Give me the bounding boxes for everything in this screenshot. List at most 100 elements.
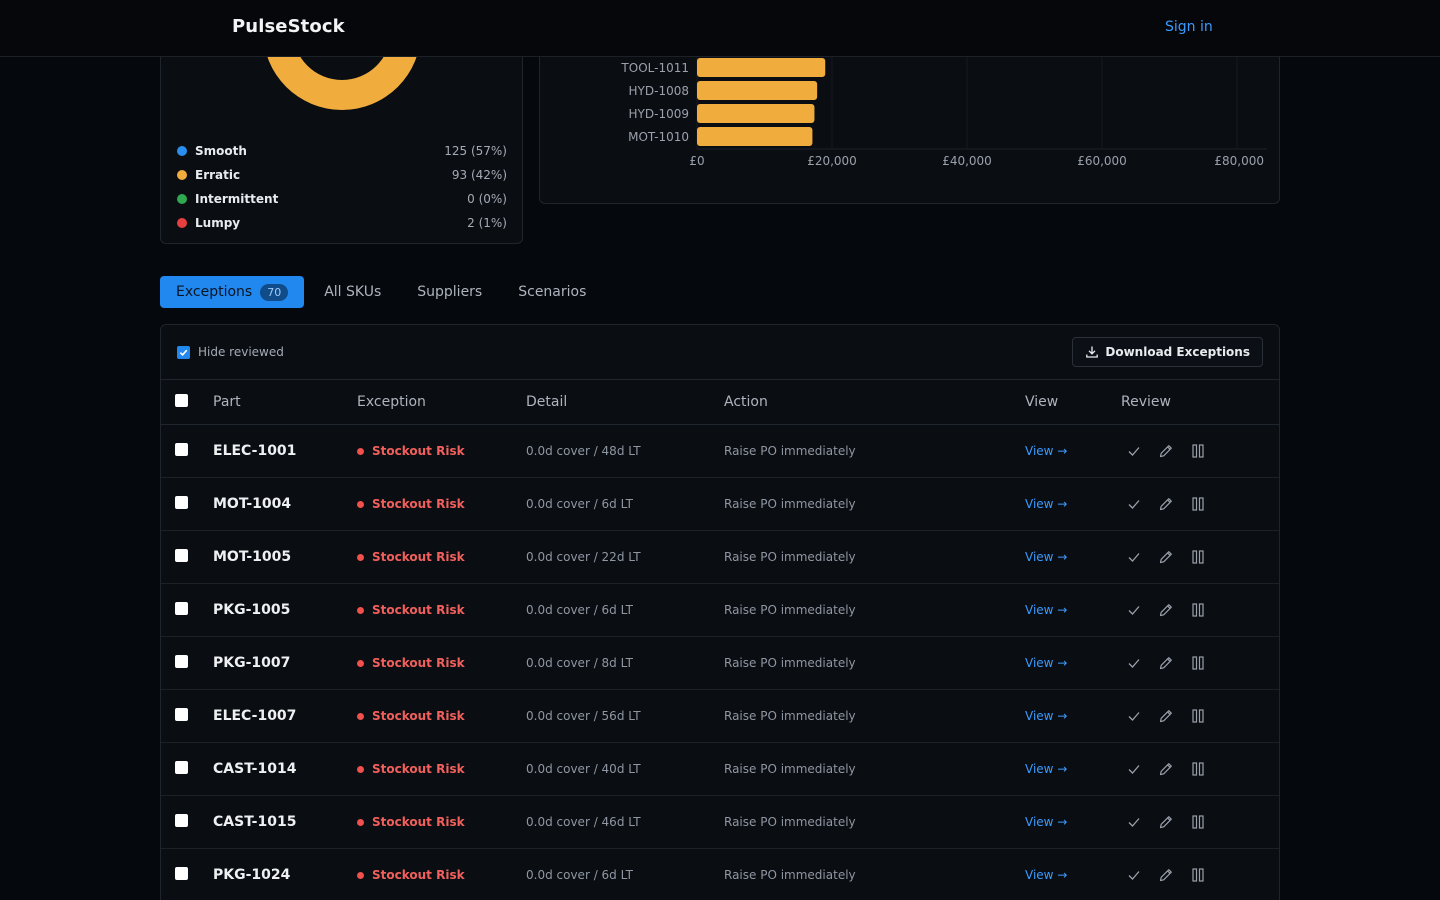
brand-logo[interactable]: PulseStock xyxy=(232,16,345,37)
part-id: PKG-1007 xyxy=(213,655,291,671)
part-id: ELEC-1001 xyxy=(213,443,297,459)
view-link[interactable]: View → xyxy=(1025,444,1067,458)
column-header-part[interactable]: Part xyxy=(213,394,357,410)
approve-check-icon[interactable] xyxy=(1123,599,1145,621)
row-checkbox[interactable] xyxy=(175,602,188,615)
edit-pencil-icon[interactable] xyxy=(1155,652,1177,674)
table-row[interactable]: MOT-1005 Stockout Risk 0.0d cover / 22d LT… xyxy=(161,531,1279,584)
select-all-checkbox[interactable] xyxy=(175,393,188,407)
legend-item-erratic[interactable]: Erratic 93 (42%) xyxy=(177,163,507,187)
approve-check-icon[interactable] xyxy=(1123,440,1145,462)
pause-columns-icon[interactable] xyxy=(1187,546,1209,568)
view-link[interactable]: View → xyxy=(1025,497,1067,511)
download-exceptions-button[interactable]: Download Exceptions xyxy=(1072,337,1263,367)
edit-pencil-icon[interactable] xyxy=(1155,440,1177,462)
edit-pencil-icon[interactable] xyxy=(1155,811,1177,833)
tab-all-skus[interactable]: All SKUs xyxy=(308,276,397,308)
pause-columns-icon[interactable] xyxy=(1187,811,1209,833)
edit-pencil-icon[interactable] xyxy=(1155,705,1177,727)
row-checkbox[interactable] xyxy=(175,443,188,456)
legend-value: 2 (1%) xyxy=(467,216,507,230)
pause-columns-icon[interactable] xyxy=(1187,652,1209,674)
column-header-action[interactable]: Action xyxy=(724,394,1025,410)
pause-columns-icon[interactable] xyxy=(1187,493,1209,515)
donut-legend: Smooth 125 (57%) Erratic 93 (42%) Intermitte… xyxy=(177,139,507,235)
edit-pencil-icon[interactable] xyxy=(1155,493,1177,515)
part-id: PKG-1005 xyxy=(213,602,291,618)
edit-pencil-icon[interactable] xyxy=(1155,864,1177,886)
pause-columns-icon[interactable] xyxy=(1187,758,1209,780)
exception-label: Stockout Risk xyxy=(372,444,465,458)
exception-status-dot xyxy=(357,500,364,508)
row-checkbox[interactable] xyxy=(175,496,188,509)
view-link[interactable]: View → xyxy=(1025,550,1067,564)
table-row[interactable]: CAST-1015 Stockout Risk 0.0d cover / 46d L… xyxy=(161,796,1279,849)
table-row[interactable]: PKG-1005 Stockout Risk 0.0d cover / 6d LT R… xyxy=(161,584,1279,637)
row-checkbox[interactable] xyxy=(175,761,188,774)
edit-pencil-icon[interactable] xyxy=(1155,546,1177,568)
view-link[interactable]: View → xyxy=(1025,656,1067,670)
approve-check-icon[interactable] xyxy=(1123,546,1145,568)
approve-check-icon[interactable] xyxy=(1123,758,1145,780)
main-tabs: Exceptions 70 All SKUs Suppliers Scenarios xyxy=(160,276,606,308)
pause-columns-icon[interactable] xyxy=(1187,705,1209,727)
edit-pencil-icon[interactable] xyxy=(1155,599,1177,621)
bar-hyd-1009[interactable] xyxy=(697,104,815,123)
bar-mot-1010[interactable] xyxy=(697,127,813,146)
row-checkbox[interactable] xyxy=(175,549,188,562)
exception-status-dot xyxy=(357,871,364,879)
exception-status-dot xyxy=(357,712,364,720)
exception-detail: 0.0d cover / 46d LT xyxy=(526,815,641,829)
table-body: ELEC-1001 Stockout Risk 0.0d cover / 48d L… xyxy=(161,425,1279,900)
edit-pencil-icon[interactable] xyxy=(1155,758,1177,780)
view-link[interactable]: View → xyxy=(1025,603,1067,617)
column-header-exception[interactable]: Exception xyxy=(357,394,526,410)
row-checkbox[interactable] xyxy=(175,708,188,721)
hide-reviewed-checkbox[interactable] xyxy=(177,345,190,359)
table-row[interactable]: PKG-1024 Stockout Risk 0.0d cover / 6d LT R… xyxy=(161,849,1279,900)
table-row[interactable]: ELEC-1001 Stockout Risk 0.0d cover / 48d L… xyxy=(161,425,1279,478)
exception-label: Stockout Risk xyxy=(372,656,465,670)
exception-detail: 0.0d cover / 6d LT xyxy=(526,868,633,882)
column-header-detail[interactable]: Detail xyxy=(526,394,724,410)
hide-reviewed-toggle[interactable]: Hide reviewed xyxy=(177,345,284,359)
view-link[interactable]: View → xyxy=(1025,868,1067,882)
bar-tool-1011[interactable] xyxy=(697,58,826,77)
legend-item-lumpy[interactable]: Lumpy 2 (1%) xyxy=(177,211,507,235)
bar-hyd-1008[interactable] xyxy=(697,81,818,100)
recommended-action: Raise PO immediately xyxy=(724,815,856,829)
approve-check-icon[interactable] xyxy=(1123,864,1145,886)
tab-exceptions[interactable]: Exceptions 70 xyxy=(160,276,305,308)
part-id: CAST-1015 xyxy=(213,814,297,830)
row-checkbox[interactable] xyxy=(175,655,188,668)
tab-suppliers[interactable]: Suppliers xyxy=(401,276,498,308)
pause-columns-icon[interactable] xyxy=(1187,864,1209,886)
row-checkbox[interactable] xyxy=(175,867,188,880)
top-nav: PulseStock Sign in xyxy=(0,0,1440,57)
y-tick-label: HYD-1008 xyxy=(629,84,689,98)
exception-status-dot xyxy=(357,659,364,667)
pause-columns-icon[interactable] xyxy=(1187,599,1209,621)
exception-detail: 0.0d cover / 6d LT xyxy=(526,497,633,511)
legend-item-intermittent[interactable]: Intermittent 0 (0%) xyxy=(177,187,507,211)
approve-check-icon[interactable] xyxy=(1123,493,1145,515)
tab-scenarios[interactable]: Scenarios xyxy=(502,276,602,308)
table-row[interactable]: MOT-1004 Stockout Risk 0.0d cover / 6d LT R… xyxy=(161,478,1279,531)
approve-check-icon[interactable] xyxy=(1123,652,1145,674)
part-id: CAST-1014 xyxy=(213,761,297,777)
exception-status-dot xyxy=(357,818,364,826)
view-link[interactable]: View → xyxy=(1025,815,1067,829)
sign-in-link[interactable]: Sign in xyxy=(1165,19,1213,35)
row-checkbox[interactable] xyxy=(175,814,188,827)
table-row[interactable]: CAST-1014 Stockout Risk 0.0d cover / 40d L… xyxy=(161,743,1279,796)
approve-check-icon[interactable] xyxy=(1123,811,1145,833)
approve-check-icon[interactable] xyxy=(1123,705,1145,727)
view-link[interactable]: View → xyxy=(1025,762,1067,776)
demand-pattern-card: Smooth 125 (57%) Erratic 93 (42%) Intermitte… xyxy=(160,30,523,244)
legend-item-smooth[interactable]: Smooth 125 (57%) xyxy=(177,139,507,163)
exception-label: Stockout Risk xyxy=(372,868,465,882)
table-row[interactable]: PKG-1007 Stockout Risk 0.0d cover / 8d LT R… xyxy=(161,637,1279,690)
pause-columns-icon[interactable] xyxy=(1187,440,1209,462)
table-row[interactable]: ELEC-1007 Stockout Risk 0.0d cover / 56d L… xyxy=(161,690,1279,743)
view-link[interactable]: View → xyxy=(1025,709,1067,723)
